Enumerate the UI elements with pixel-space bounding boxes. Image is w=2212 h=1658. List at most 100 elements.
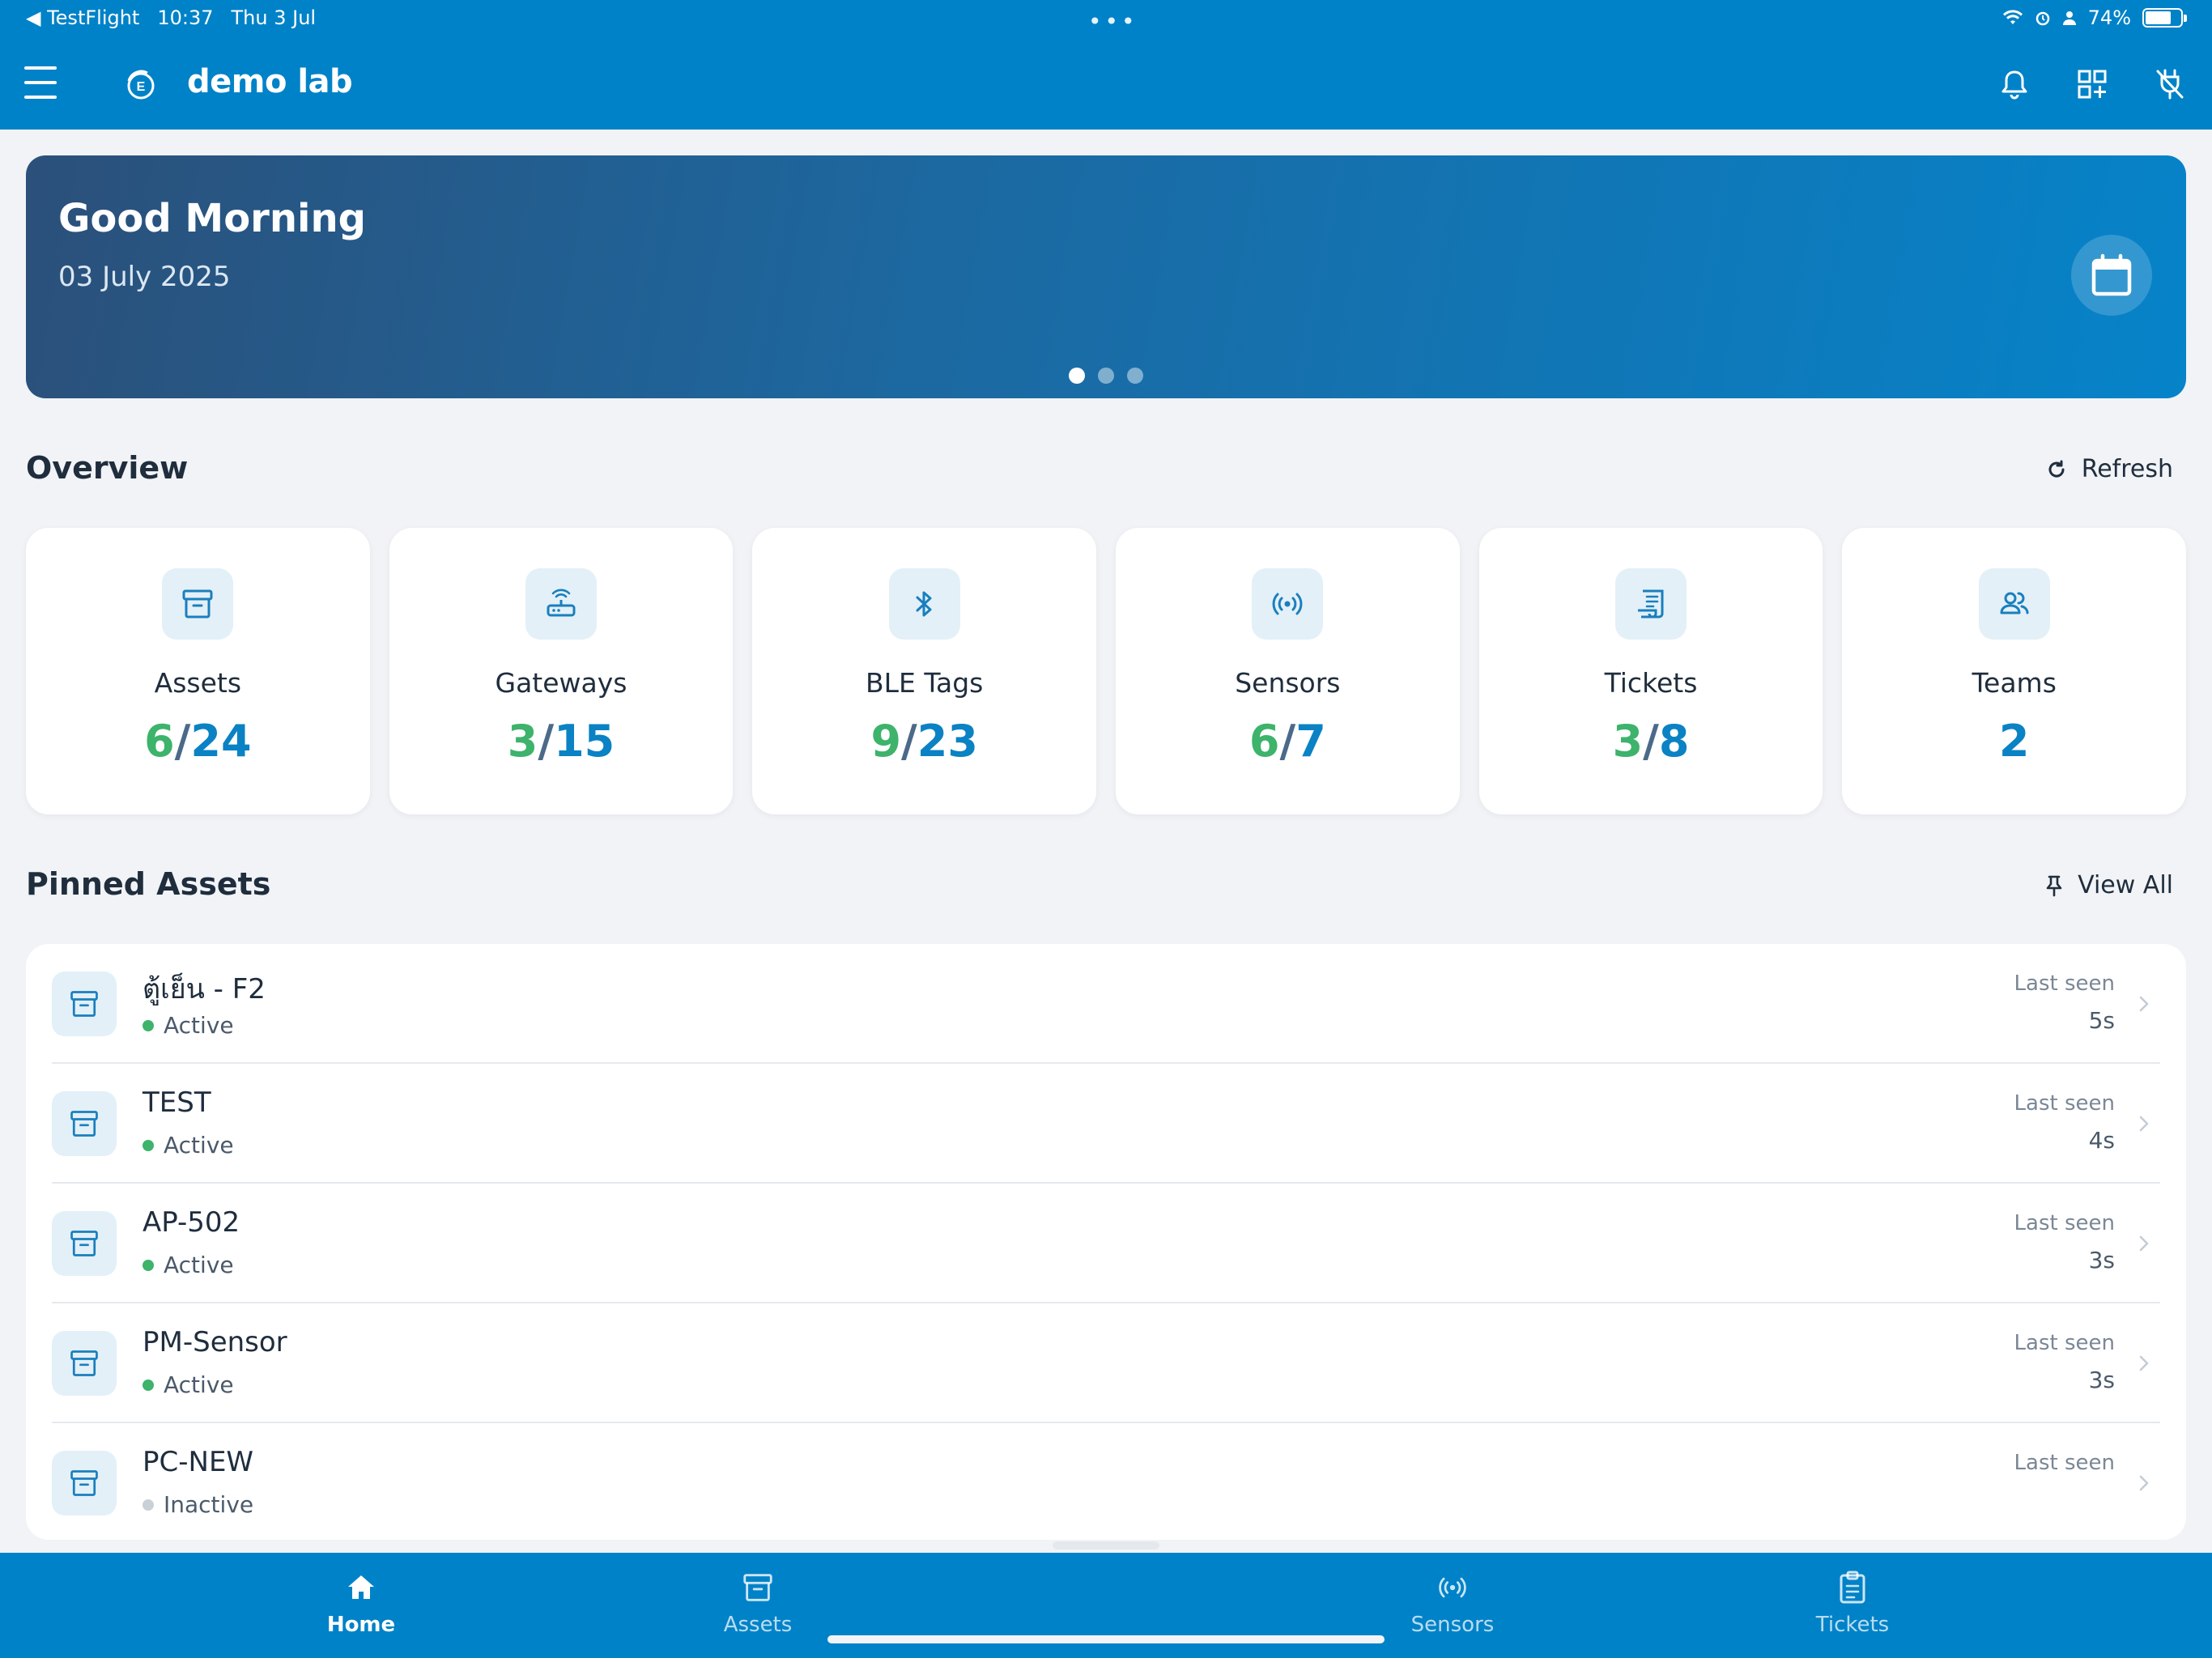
archive-icon — [52, 971, 117, 1036]
asset-name: PC-NEW — [143, 1446, 254, 1478]
multitask-dots[interactable]: ••• — [1088, 8, 1138, 35]
list-item[interactable]: PM-Sensor Active Last seen 3s — [52, 1303, 2160, 1423]
status-text: Active — [164, 1252, 234, 1278]
list-item[interactable]: AP-502 Active Last seen 3s — [52, 1184, 2160, 1303]
tab-label: Home — [326, 1613, 396, 1637]
overview-card-teams[interactable]: Teams 2 — [1842, 528, 2187, 814]
tab-home[interactable]: Home — [264, 1567, 458, 1648]
tab-label: Sensors — [1410, 1613, 1495, 1637]
app-title: demo lab — [187, 63, 353, 100]
asset-name: PM-Sensor — [143, 1326, 287, 1358]
last-seen-label: Last seen — [2014, 1331, 2115, 1355]
card-total-count: 15 — [554, 716, 615, 767]
card-total-count: 23 — [917, 716, 978, 767]
archive-icon — [743, 1574, 772, 1601]
refresh-button[interactable]: Refresh — [2046, 455, 2173, 483]
carousel-dot[interactable] — [1069, 368, 1085, 384]
home-indicator[interactable] — [827, 1635, 1385, 1643]
last-seen-label: Last seen — [2014, 1091, 2115, 1116]
view-all-label: View All — [2078, 871, 2173, 899]
carousel-dot[interactable] — [1098, 368, 1114, 384]
tab-tickets[interactable]: Tickets — [1755, 1567, 1950, 1648]
status-date: Thu 3 Jul — [231, 6, 317, 29]
alarm-icon — [2035, 11, 2049, 26]
card-active-count: 3 — [507, 716, 538, 767]
greeting-banner[interactable]: Good Morning 03 July 2025 — [26, 155, 2186, 398]
chevron-right-icon — [2139, 1116, 2149, 1132]
tab-assets[interactable]: Assets — [661, 1567, 855, 1648]
view-all-button[interactable]: View All — [2045, 871, 2173, 899]
status-dot — [143, 1379, 154, 1391]
tab-label: Assets — [723, 1613, 793, 1637]
scroll-handle[interactable] — [1053, 1541, 1159, 1550]
card-label: Gateways — [495, 667, 627, 699]
overview-card-sensors[interactable]: Sensors 6/7 — [1116, 528, 1460, 814]
asset-status: Active — [143, 1012, 234, 1039]
card-active-count: 9 — [870, 716, 902, 767]
archive-icon — [52, 1211, 117, 1276]
greeting-date: 03 July 2025 — [58, 261, 231, 293]
tab-sensors[interactable]: Sensors — [1355, 1567, 1550, 1648]
status-text: Inactive — [164, 1491, 254, 1518]
asset-status: Inactive — [143, 1491, 253, 1518]
back-to-testflight[interactable]: ◀ TestFlight — [26, 6, 139, 29]
notifications-button[interactable] — [1992, 62, 2037, 107]
archive-icon — [162, 568, 234, 640]
overview-card-gateways[interactable]: Gateways 3/15 — [389, 528, 734, 814]
status-text: Active — [164, 1371, 234, 1398]
card-label: Tickets — [1604, 667, 1698, 699]
people-icon — [1978, 568, 2050, 640]
asset-name: ตู้เย็น - F2 — [143, 973, 266, 1005]
card-label: Teams — [1972, 667, 2057, 699]
sensor-broadcast-icon — [1439, 1577, 1466, 1598]
last-seen-label: Last seen — [2014, 971, 2115, 996]
card-value: 3/15 — [507, 716, 615, 767]
home-icon — [348, 1575, 374, 1599]
menu-line — [24, 81, 57, 84]
list-item[interactable]: PC-NEW Inactive Last seen — [52, 1423, 2160, 1540]
menu-line — [24, 96, 57, 99]
status-bar: ◀ TestFlight 10:37 Thu 3 Jul ••• 74% — [0, 0, 2212, 39]
pinned-assets-title: Pinned Assets — [26, 866, 271, 902]
disconnect-button[interactable] — [2147, 62, 2193, 107]
overview-cards: Assets 6/24 Gateways 3/15 BLE Tags 9/23 … — [26, 528, 2187, 814]
card-value: 6/7 — [1249, 716, 1326, 767]
card-value: 6/24 — [144, 716, 252, 767]
qr-add-button[interactable] — [2069, 62, 2115, 107]
hamburger-menu-button[interactable] — [24, 66, 65, 99]
status-time: 10:37 — [157, 6, 214, 29]
overview-title: Overview — [26, 450, 189, 486]
asset-name: AP-502 — [143, 1206, 240, 1239]
asset-status: Active — [143, 1132, 234, 1158]
status-dot — [143, 1259, 154, 1271]
archive-icon — [52, 1331, 117, 1396]
calendar-icon — [2091, 253, 2132, 296]
app-bar: ◀ TestFlight 10:37 Thu 3 Jul ••• 74% E d… — [0, 0, 2212, 130]
list-item[interactable]: ตู้เย็น - F2 Active Last seen 5s — [52, 944, 2160, 1064]
last-seen-label: Last seen — [2014, 1451, 2115, 1475]
plug-off-icon — [2156, 69, 2184, 100]
overview-card-assets[interactable]: Assets 6/24 — [26, 528, 370, 814]
carousel-dot[interactable] — [1127, 368, 1143, 384]
refresh-label: Refresh — [2081, 455, 2173, 483]
sensor-broadcast-icon — [1252, 568, 1324, 640]
card-value: 9/23 — [870, 716, 978, 767]
chevron-right-icon — [2139, 1475, 2149, 1491]
wifi-icon — [2002, 10, 2023, 24]
bluetooth-icon — [888, 568, 960, 640]
card-label: Sensors — [1235, 667, 1341, 699]
pinned-assets-list: ตู้เย็น - F2 Active Last seen 5s TEST Ac… — [26, 944, 2186, 1540]
app-logo-icon: E — [127, 70, 155, 100]
tab-label: Tickets — [1815, 1613, 1890, 1637]
overview-card-tickets[interactable]: Tickets 3/8 — [1478, 528, 1823, 814]
list-item[interactable]: TEST Active Last seen 4s — [52, 1064, 2160, 1184]
svg-text:E: E — [137, 80, 146, 94]
card-active-count: 6 — [144, 716, 175, 767]
chevron-right-icon — [2139, 996, 2149, 1012]
overview-card-ble-tags[interactable]: BLE Tags 9/23 — [752, 528, 1097, 814]
card-active-count: 6 — [1249, 716, 1280, 767]
archive-icon — [52, 1091, 117, 1156]
calendar-button[interactable] — [2071, 235, 2152, 316]
card-active-count: 3 — [1612, 716, 1644, 767]
refresh-icon — [2048, 460, 2065, 477]
